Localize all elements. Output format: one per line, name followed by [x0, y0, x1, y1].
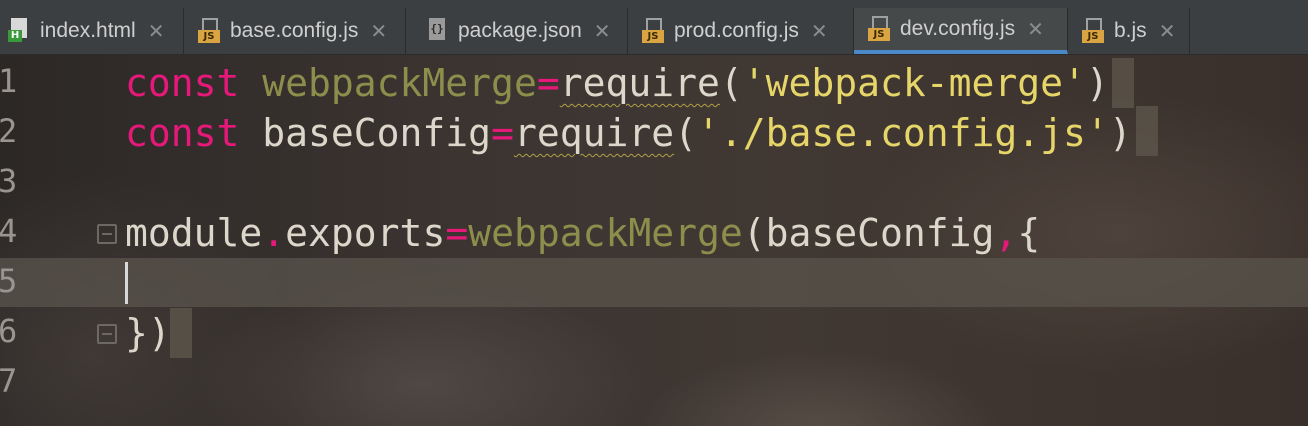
string-literal: 'webpack-merge' — [742, 61, 1086, 105]
operator: = — [536, 61, 560, 105]
close-icon[interactable]: ✕ — [148, 19, 165, 44]
tab-label: dev.config.js — [900, 17, 1016, 40]
close-icon[interactable]: ✕ — [1027, 17, 1044, 42]
tab-package-json[interactable]: {} package.json ✕ — [406, 8, 628, 54]
line-number: 6 — [0, 312, 18, 350]
close-icon[interactable]: ✕ — [811, 19, 828, 44]
fold-collapse-icon[interactable] — [97, 224, 117, 244]
tab-prod-config-js[interactable]: JS prod.config.js ✕ — [628, 8, 854, 54]
paren: ) — [1085, 61, 1109, 105]
line-number: 7 — [0, 362, 18, 400]
text-caret — [125, 262, 128, 304]
function-call: webpackMerge — [468, 211, 743, 255]
js-file-icon: JS — [1082, 18, 1104, 44]
close-icon[interactable]: ✕ — [594, 19, 611, 44]
tab-index-html[interactable]: H index.html ✕ — [0, 8, 184, 54]
operator: = — [491, 111, 514, 155]
code-line-2[interactable]: const baseConfig=require('./base.config.… — [125, 108, 1132, 158]
tab-label: base.config.js — [230, 19, 359, 42]
code-line-1[interactable]: const webpackMerge=require('webpack-merg… — [125, 58, 1109, 108]
string-literal: './base.config.js' — [697, 111, 1109, 155]
js-file-icon: JS — [642, 18, 664, 44]
line-number: 3 — [0, 162, 18, 200]
brace: { — [1017, 211, 1041, 255]
tab-label: b.js — [1114, 19, 1147, 42]
line-number: 1 — [0, 62, 18, 100]
editor-tab-bar: H index.html ✕ JS base.config.js ✕ {} pa… — [0, 0, 1308, 55]
line-end-marker — [1136, 106, 1158, 156]
property: exports — [285, 211, 446, 255]
line-end-marker — [170, 308, 192, 358]
tab-label: prod.config.js — [674, 19, 799, 42]
function-call: require — [513, 111, 675, 155]
paren: ( — [674, 111, 697, 155]
operator: . — [262, 211, 286, 255]
function-call: require — [559, 61, 720, 105]
js-file-icon: JS — [198, 18, 220, 44]
close-icon[interactable]: ✕ — [1159, 19, 1176, 44]
code-line-4[interactable]: module.exports=webpackMerge(baseConfig,{ — [125, 208, 1040, 258]
line-number: 2 — [0, 112, 18, 150]
fold-collapse-icon[interactable] — [97, 324, 117, 344]
tab-label: index.html — [40, 19, 136, 42]
paren: ) — [1108, 111, 1132, 155]
code-line-6[interactable]: }) — [125, 308, 171, 358]
json-file-icon: {} — [426, 18, 448, 44]
line-number: 4 — [0, 212, 18, 250]
tab-base-config-js[interactable]: JS base.config.js ✕ — [184, 8, 406, 54]
tab-dev-config-js[interactable]: JS dev.config.js ✕ — [854, 8, 1068, 54]
identifier: webpackMerge — [262, 61, 537, 105]
identifier: baseConfig — [262, 111, 492, 155]
html-file-icon: H — [8, 18, 30, 44]
paren: ( — [742, 211, 766, 255]
identifier: baseConfig — [765, 211, 995, 255]
line-end-marker — [1112, 58, 1134, 108]
close-icon[interactable]: ✕ — [370, 19, 387, 44]
identifier: module — [125, 211, 263, 255]
line-number: 5 — [0, 262, 18, 300]
keyword-const: const — [125, 61, 240, 105]
closing-brackets: }) — [125, 311, 171, 355]
keyword-const: const — [125, 111, 240, 155]
current-line-highlight — [0, 258, 1308, 307]
paren: ( — [719, 61, 743, 105]
tab-b-js[interactable]: JS b.js ✕ — [1068, 8, 1190, 54]
tab-label: package.json — [458, 19, 582, 42]
operator: = — [445, 211, 469, 255]
js-file-icon: JS — [868, 16, 890, 42]
comma: , — [994, 211, 1018, 255]
